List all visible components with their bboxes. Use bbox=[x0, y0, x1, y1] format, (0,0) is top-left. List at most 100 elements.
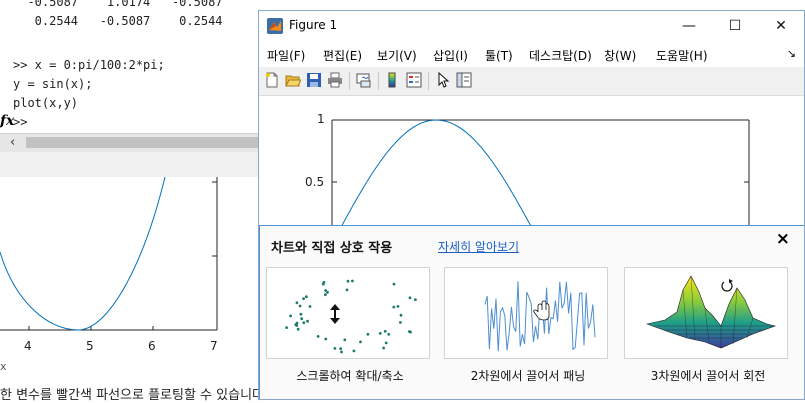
scatter-dot bbox=[316, 335, 320, 338]
learn-more-link[interactable]: 자세히 알아보기 bbox=[438, 238, 519, 255]
scatter-dot bbox=[396, 305, 400, 308]
menu-window[interactable]: 창(W) bbox=[604, 47, 636, 64]
command-code: >> x = 0:pi/100:2*pi; y = sin(x); plot(x… bbox=[13, 56, 165, 132]
scatter-dot bbox=[392, 282, 396, 286]
toolbar-separator bbox=[349, 72, 350, 90]
bg-xlabel: x bbox=[0, 360, 7, 373]
rotate-cursor-icon bbox=[721, 279, 733, 292]
scatter-dot bbox=[324, 337, 328, 341]
output-row-1: -0.5087 1.0174 -0.5087 bbox=[13, 0, 223, 9]
scatter-dot bbox=[382, 346, 385, 350]
scatter-dot bbox=[359, 340, 362, 344]
scatter-dot bbox=[298, 304, 302, 308]
figure-titlebar[interactable]: Figure 1 — ☐ ✕ bbox=[259, 11, 804, 41]
scatter-dot bbox=[378, 332, 382, 335]
scatter-dot bbox=[339, 347, 343, 351]
panel-title: 차트와 직접 상호 작용 bbox=[271, 241, 393, 256]
scatter-dot bbox=[333, 347, 337, 350]
plot-area[interactable]: 1 0.5 bbox=[259, 96, 804, 369]
figure-window[interactable]: Figure 1 — ☐ ✕ 파일(F) 편집(E) 보기(V) 삽입(I) 툴… bbox=[258, 10, 805, 400]
save-icon[interactable] bbox=[306, 72, 322, 88]
sine-curve bbox=[331, 119, 750, 369]
panel-close-icon[interactable]: × bbox=[776, 229, 790, 249]
doc-caption: 한 변수를 빨간색 파선으로 플로팅할 수 있습니다 bbox=[0, 388, 264, 403]
maximize-button[interactable]: ☐ bbox=[712, 11, 758, 41]
scatter-dot bbox=[322, 280, 326, 284]
pane-divider[interactable] bbox=[0, 152, 258, 178]
fx-icon[interactable]: fx bbox=[0, 113, 14, 129]
ytick-1: 1 bbox=[317, 112, 325, 126]
scatter-dot bbox=[324, 289, 327, 292]
menu-tools[interactable]: 툴(T) bbox=[485, 47, 513, 64]
close-button[interactable]: ✕ bbox=[758, 11, 804, 41]
minimize-button[interactable]: — bbox=[666, 11, 712, 41]
tip-card-pan[interactable] bbox=[444, 267, 608, 359]
menu-view[interactable]: 보기(V) bbox=[377, 47, 417, 64]
property-inspector-icon[interactable] bbox=[456, 72, 472, 88]
code-line-1: >> x = 0:pi/100:2*pi; bbox=[13, 58, 165, 72]
background-sine-curve bbox=[0, 177, 166, 331]
surface-peaks bbox=[645, 275, 777, 349]
bg-xtick-5: 5 bbox=[86, 339, 94, 353]
bg-xtick-4: 4 bbox=[24, 339, 32, 353]
background-plot-svg bbox=[0, 177, 218, 331]
axes[interactable] bbox=[259, 96, 804, 369]
tip-card-zoom[interactable] bbox=[266, 267, 430, 359]
scatter-dot bbox=[399, 321, 402, 324]
figure-title: Figure 1 bbox=[289, 18, 338, 32]
scatter-dot bbox=[392, 305, 396, 309]
caption-pan: 2차원에서 끌어서 패닝 bbox=[470, 369, 586, 383]
scatter-dot bbox=[414, 298, 417, 301]
bg-xtick-6: 6 bbox=[148, 339, 156, 353]
print-icon[interactable] bbox=[327, 72, 343, 88]
scrollbar-thumb[interactable] bbox=[26, 137, 258, 148]
scatter-dot bbox=[300, 317, 304, 321]
menu-help[interactable]: 도움말(H) bbox=[656, 47, 708, 64]
scatter-dot bbox=[302, 321, 306, 325]
matlab-icon bbox=[267, 18, 283, 34]
menu-desktop[interactable]: 데스크탑(D) bbox=[529, 47, 592, 64]
scatter-dot bbox=[409, 330, 412, 334]
horizontal-scrollbar[interactable]: ‹ bbox=[0, 133, 258, 152]
interaction-tips-panel: 차트와 직접 상호 작용 자세히 알아보기 × 스크롤하여 확대/축소 2차원에… bbox=[259, 225, 804, 399]
ytick-0-5: 0.5 bbox=[305, 175, 325, 189]
menu-edit[interactable]: 편집(E) bbox=[323, 47, 362, 64]
dock-arrow-icon[interactable]: ↘ bbox=[787, 47, 796, 60]
scatter-dot bbox=[340, 350, 343, 354]
command-window[interactable]: -0.5087 1.0174 -0.5087 0.2544 -0.5087 0.… bbox=[0, 0, 258, 178]
scroll-left-icon[interactable]: ‹ bbox=[10, 135, 15, 150]
scatter-dot bbox=[296, 327, 300, 331]
caption-zoom: 스크롤하여 확대/축소 bbox=[296, 369, 404, 383]
toolbar-separator bbox=[428, 72, 429, 90]
legend-icon[interactable] bbox=[406, 72, 422, 88]
scatter-dot bbox=[352, 349, 356, 353]
scatter-preview bbox=[285, 279, 417, 354]
open-file-icon[interactable] bbox=[285, 72, 301, 88]
scatter-dot bbox=[289, 314, 292, 318]
pan-preview bbox=[484, 281, 596, 352]
menu-insert[interactable]: 삽입(I) bbox=[433, 47, 468, 64]
scatter-dot bbox=[345, 288, 349, 292]
new-figure-icon[interactable] bbox=[264, 72, 280, 88]
scatter-dot bbox=[343, 338, 347, 342]
figure-toolbar bbox=[259, 67, 804, 96]
colorbar-icon[interactable] bbox=[385, 72, 401, 88]
scatter-dot bbox=[346, 279, 350, 283]
code-line-2: y = sin(x); bbox=[13, 77, 93, 91]
scatter-dot bbox=[295, 321, 299, 325]
background-figure: 4 5 6 7 x 한 변수를 빨간색 파선으로 플로팅할 수 있습니다 bbox=[0, 177, 264, 403]
scatter-dot bbox=[285, 326, 288, 329]
scatter-dot bbox=[351, 279, 354, 283]
edit-plot-icon[interactable] bbox=[435, 72, 451, 88]
scatter-dot bbox=[295, 301, 299, 305]
tip-card-rotate[interactable] bbox=[624, 267, 788, 359]
menu-file[interactable]: 파일(F) bbox=[267, 47, 305, 64]
code-line-3: plot(x,y) bbox=[13, 96, 79, 110]
scatter-dot bbox=[408, 296, 412, 300]
scatter-dot bbox=[295, 324, 299, 327]
link-plot-icon[interactable] bbox=[356, 72, 372, 88]
scatter-dot bbox=[324, 293, 327, 297]
command-output: -0.5087 1.0174 -0.5087 0.2544 -0.5087 0.… bbox=[13, 0, 223, 31]
scatter-dot bbox=[383, 329, 387, 333]
scatter-dot bbox=[366, 332, 370, 336]
